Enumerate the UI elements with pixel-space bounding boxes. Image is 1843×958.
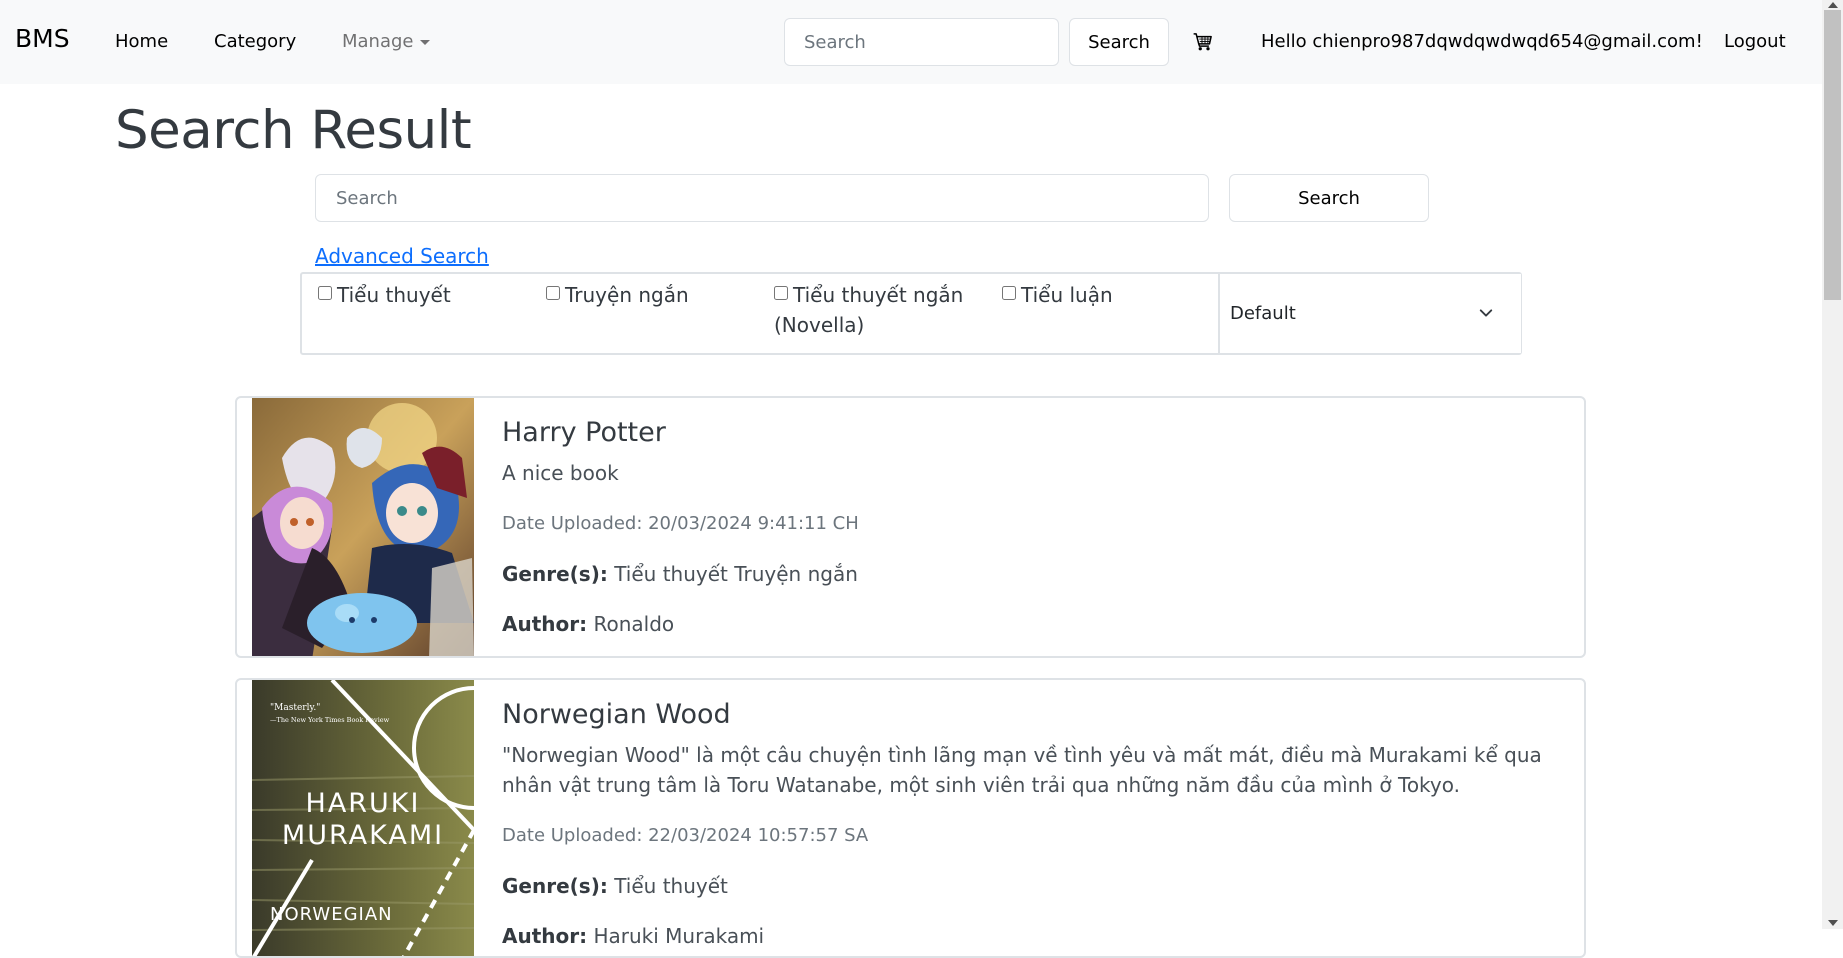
genre-label: Tiểu thuyết ngắn (Novella) — [774, 283, 964, 337]
genre-filter-tieu-thuyet[interactable]: Tiểu thuyết — [318, 280, 451, 310]
genre-label: Tiểu luận — [1021, 283, 1113, 307]
book-date-uploaded: Date Uploaded: 22/03/2024 10:57:57 SA — [502, 825, 869, 846]
cart-icon[interactable] — [1193, 32, 1213, 52]
nav-home-link[interactable]: Home — [115, 31, 168, 52]
author-label: Author: — [502, 612, 588, 636]
book-genres: Genre(s): Tiểu thuyết Truyện ngắn — [502, 562, 858, 586]
anime-cover-illustration — [252, 398, 474, 656]
sort-selected-value: Default — [1230, 303, 1296, 324]
cover-title: NORWEGIAN — [270, 904, 393, 925]
scroll-up-icon[interactable] — [1828, 2, 1838, 8]
genre-checkbox[interactable] — [774, 286, 788, 300]
book-author: Author: Haruki Murakami — [502, 924, 764, 948]
top-navbar: BMS Home Category Manage Search Hello ch… — [0, 0, 1822, 84]
genre-label: Truyện ngắn — [565, 283, 689, 307]
advanced-search-link[interactable]: Advanced Search — [315, 244, 489, 268]
genres-value: Tiểu thuyết — [614, 874, 728, 898]
book-author: Author: Ronaldo — [502, 612, 674, 636]
genres-label: Genre(s): — [502, 562, 608, 586]
cover-quote-source: —The New York Times Book Review — [270, 716, 390, 724]
brand-logo[interactable]: BMS — [15, 24, 70, 53]
logout-link[interactable]: Logout — [1724, 31, 1786, 52]
nav-search-button[interactable]: Search — [1069, 18, 1169, 66]
author-value: Ronaldo — [593, 612, 675, 636]
nav-category-link[interactable]: Category — [214, 31, 296, 52]
nav-manage-dropdown[interactable]: Manage — [342, 31, 430, 52]
page-scrollbar[interactable] — [1822, 0, 1843, 929]
genre-filter-tieu-luan[interactable]: Tiểu luận — [1002, 280, 1113, 310]
norwegian-wood-cover: "Masterly." —The New York Times Book Rev… — [252, 680, 474, 956]
book-date-uploaded: Date Uploaded: 20/03/2024 9:41:11 CH — [502, 513, 859, 534]
nav-search-input[interactable] — [784, 18, 1059, 66]
main-search-input[interactable] — [315, 174, 1209, 222]
book-cover-image[interactable]: "Masterly." —The New York Times Book Rev… — [252, 680, 474, 956]
sort-select[interactable]: Default — [1218, 274, 1521, 353]
genre-checkbox[interactable] — [1002, 286, 1016, 300]
page-title: Search Result — [115, 100, 472, 161]
author-value: Haruki Murakami — [593, 924, 765, 948]
scroll-down-icon[interactable] — [1828, 920, 1838, 926]
cover-author-last: MURAKAMI — [282, 820, 444, 851]
genre-filter-truyen-ngan[interactable]: Truyện ngắn — [546, 280, 689, 310]
author-label: Author: — [502, 924, 588, 948]
cover-author-first: HARUKI — [306, 788, 421, 819]
book-genres: Genre(s): Tiểu thuyết — [502, 874, 728, 898]
nav-manage-label: Manage — [342, 31, 414, 52]
book-cover-image[interactable] — [252, 398, 474, 656]
book-card[interactable]: Harry Potter A nice book Date Uploaded: … — [235, 396, 1586, 658]
genre-label: Tiểu thuyết — [337, 283, 451, 307]
genres-value: Tiểu thuyết Truyện ngắn — [614, 562, 858, 586]
book-card[interactable]: "Masterly." —The New York Times Book Rev… — [235, 678, 1586, 958]
main-search-button[interactable]: Search — [1229, 174, 1429, 222]
genres-label: Genre(s): — [502, 874, 608, 898]
genre-checkbox[interactable] — [546, 286, 560, 300]
chevron-down-icon — [1479, 309, 1493, 317]
cover-quote: "Masterly." — [270, 703, 320, 713]
user-greeting: Hello chienpro987dqwdqwdwqd654@gmail.com… — [1261, 31, 1703, 52]
caret-down-icon — [419, 39, 430, 45]
scrollbar-thumb[interactable] — [1824, 10, 1841, 300]
book-description: "Norwegian Wood" là một câu chuyện tình … — [502, 743, 1542, 797]
genre-filter-novella[interactable]: Tiểu thuyết ngắn (Novella) — [774, 280, 974, 340]
book-title[interactable]: Norwegian Wood — [502, 699, 731, 730]
genre-checkbox[interactable] — [318, 286, 332, 300]
genre-filter-panel: Tiểu thuyết Truyện ngắn Tiểu thuyết ngắn… — [300, 272, 1522, 355]
book-title[interactable]: Harry Potter — [502, 417, 666, 448]
book-description: A nice book — [502, 461, 619, 485]
